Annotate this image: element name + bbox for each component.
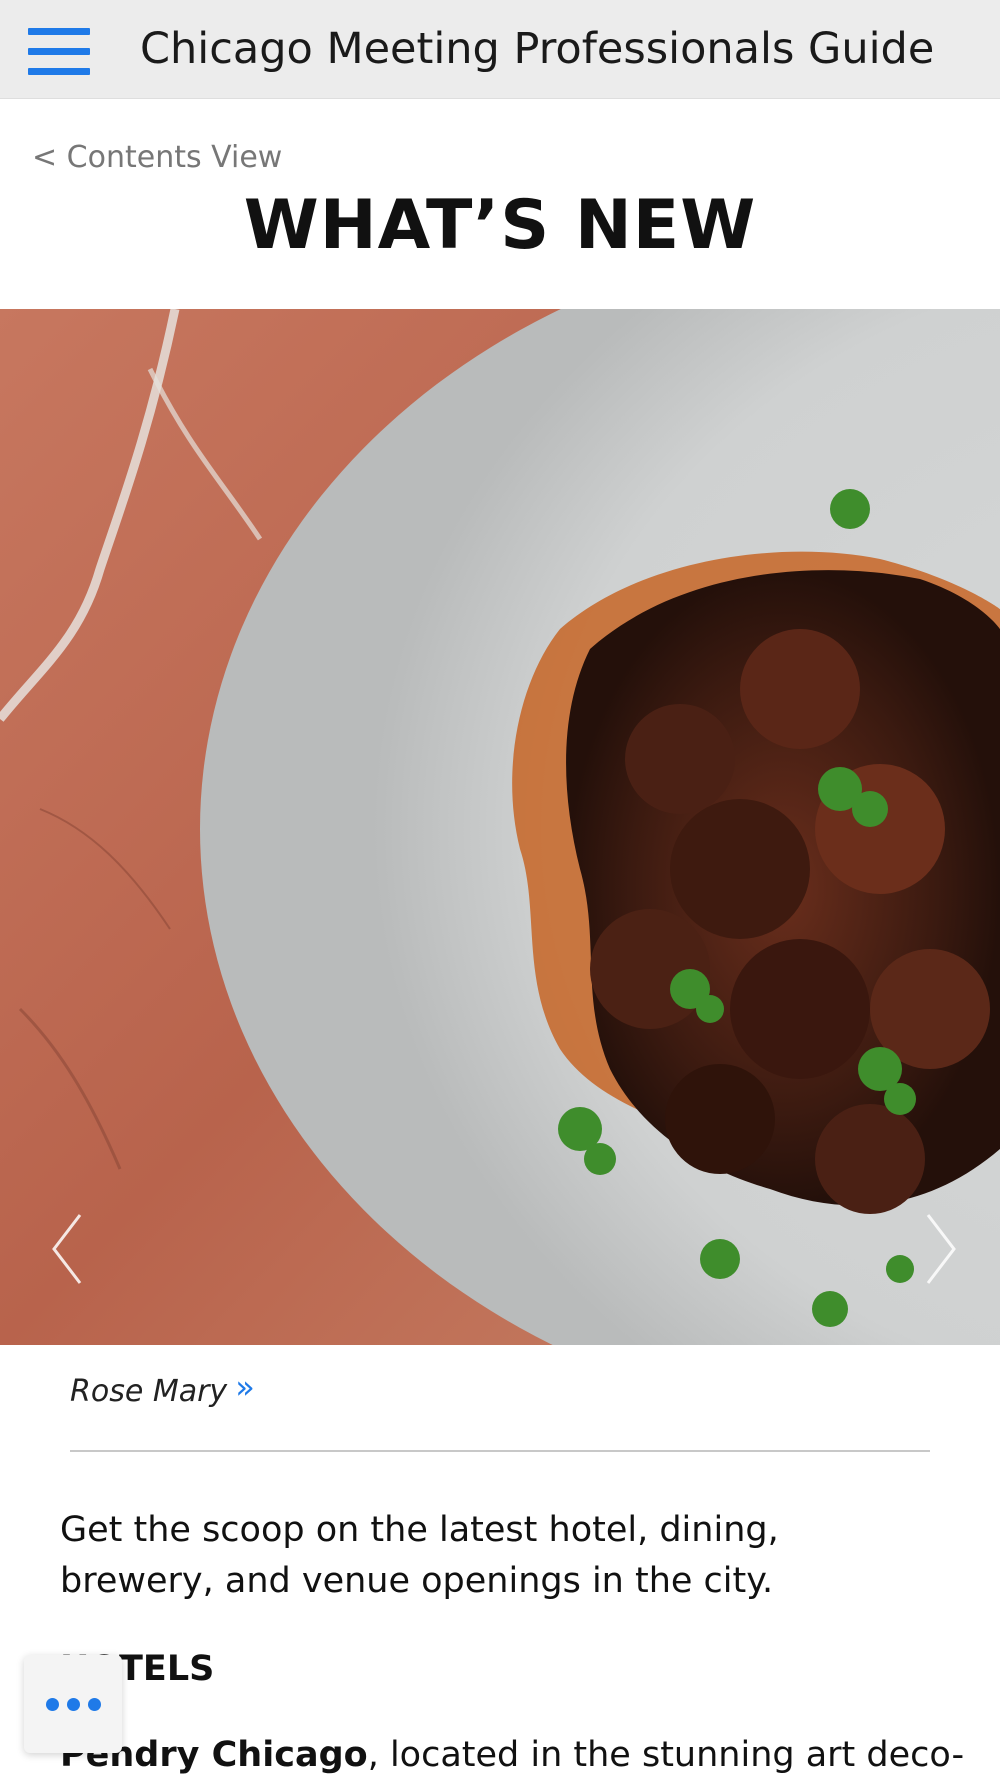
page-title: WHAT’S NEW	[243, 186, 757, 265]
contents-view-link[interactable]: < Contents View	[32, 140, 282, 175]
divider	[70, 1450, 930, 1452]
intro-paragraph: Get the scoop on the latest hotel, dinin…	[60, 1510, 779, 1601]
app-title: Chicago Meeting Professionals Guide	[140, 24, 935, 74]
food-photo	[0, 309, 1000, 1345]
hero-image	[0, 309, 1000, 1345]
app-header: Chicago Meeting Professionals Guide	[0, 0, 1000, 99]
photo-caption: Rose Mary»	[70, 1368, 255, 1409]
more-options-icon[interactable]	[24, 1655, 122, 1753]
chevron-left-icon[interactable]	[48, 1209, 88, 1289]
hotel-paragraph: Pendry Chicago, located in the stunning …	[60, 1735, 964, 1775]
chevron-right-icon[interactable]	[920, 1209, 960, 1289]
hotel-description: , located in the stunning art deco-	[367, 1735, 965, 1775]
hamburger-menu-icon[interactable]	[28, 28, 90, 76]
caption-text: Rose Mary	[70, 1374, 228, 1409]
caption-link-arrow[interactable]: »	[235, 1368, 255, 1406]
